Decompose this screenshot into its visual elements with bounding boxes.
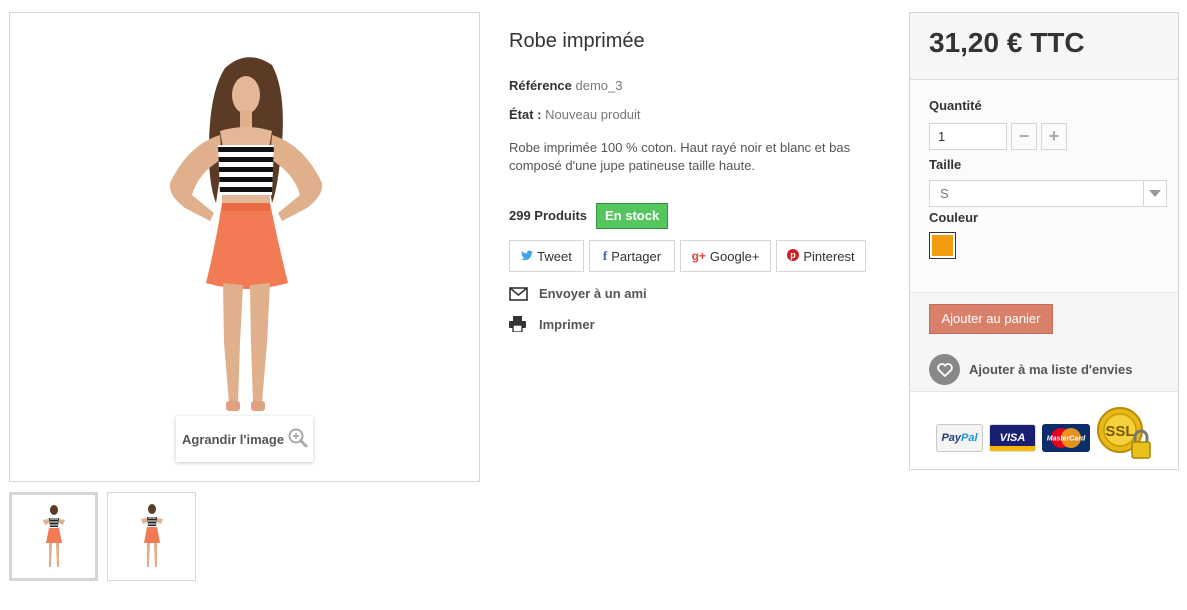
envelope-icon	[509, 286, 529, 301]
print-link[interactable]: Imprimer	[509, 316, 595, 332]
buy-box: 31,20 € TTC Quantité − + Taille S Couleu…	[909, 12, 1179, 470]
size-select[interactable]: S	[929, 180, 1167, 207]
stock-badge: En stock	[596, 203, 669, 229]
thumbnail-photo	[141, 504, 163, 567]
share-pinterest-button[interactable]: p Pinterest	[776, 240, 866, 272]
size-selected-value: S	[940, 186, 949, 201]
size-label: Taille	[929, 157, 962, 172]
quantity-plus-button[interactable]: +	[1041, 123, 1067, 150]
wishlist-label: Ajouter à ma liste d'envies	[969, 362, 1133, 377]
product-condition: État : Nouveau produit	[509, 107, 641, 122]
price-block: 31,20 € TTC	[910, 13, 1178, 80]
mastercard-text: MasterCard	[1047, 436, 1086, 443]
share-facebook-button[interactable]: f Partager	[589, 240, 675, 272]
facebook-label: Partager	[611, 248, 662, 264]
thumbnail-photo	[43, 505, 65, 567]
ssl-badge-icon: SSL	[1096, 406, 1154, 464]
quantity-label: Quantité	[929, 98, 982, 113]
send-to-friend-link[interactable]: Envoyer à un ami	[509, 286, 647, 301]
chevron-down-icon	[1143, 181, 1166, 206]
condition-value: Nouveau produit	[545, 107, 641, 122]
add-to-cart-button[interactable]: Ajouter au panier	[929, 304, 1053, 334]
print-label: Imprimer	[539, 316, 595, 332]
paypal-text-a: Pay	[941, 432, 962, 444]
quantity-minus-button[interactable]: −	[1011, 123, 1037, 150]
facebook-icon: f	[602, 248, 608, 263]
quantity-input[interactable]	[929, 123, 1007, 150]
send-to-friend-label: Envoyer à un ami	[539, 286, 647, 301]
twitter-icon	[521, 249, 534, 264]
pinterest-label: Pinterest	[803, 248, 855, 264]
payment-logos: Pay Pal VISA MasterCard SSL	[910, 391, 1178, 469]
heart-icon	[929, 354, 960, 385]
zoom-in-icon	[288, 428, 308, 451]
share-twitter-button[interactable]: Tweet	[509, 240, 584, 272]
ssl-text: SSL	[1105, 423, 1134, 440]
share-googleplus-button[interactable]: g+ Google+	[680, 240, 771, 272]
model-photo	[169, 57, 323, 453]
paypal-text-b: Pal	[961, 432, 978, 444]
mastercard-circles: MasterCard	[1047, 428, 1086, 448]
visa-text: VISA	[990, 430, 1035, 446]
color-swatch-orange[interactable]	[929, 232, 956, 259]
product-reference: Référence demo_3	[509, 78, 622, 93]
wishlist-link[interactable]: Ajouter à ma liste d'envies	[929, 354, 1132, 385]
color-swatch-fill	[932, 235, 953, 256]
reference-value: demo_3	[575, 78, 623, 93]
googleplus-icon: g+	[691, 249, 706, 263]
cart-block: Ajouter au panier Ajouter à ma liste d'e…	[910, 292, 1178, 392]
zoom-image-button[interactable]: Agrandir l'image	[176, 416, 313, 462]
condition-label: État :	[509, 107, 542, 122]
product-description: Robe imprimée 100 % coton. Haut rayé noi…	[509, 140, 851, 173]
reference-label: Référence	[509, 78, 572, 93]
mastercard-logo: MasterCard	[1042, 424, 1090, 452]
color-label: Couleur	[929, 210, 979, 225]
quantity-available: 299 Produits	[509, 208, 588, 223]
paypal-logo: Pay Pal	[936, 424, 983, 452]
pinterest-icon: p	[787, 248, 800, 264]
main-product-image[interactable]: Agrandir l'image	[9, 12, 480, 482]
visa-logo: VISA	[989, 424, 1036, 452]
thumbnail-1[interactable]	[9, 492, 98, 581]
googleplus-label: Google+	[709, 248, 760, 264]
svg-text:p: p	[791, 250, 797, 260]
thumbnail-2[interactable]	[107, 492, 196, 581]
twitter-label: Tweet	[537, 248, 572, 264]
product-price: 31,20 € TTC	[929, 27, 1085, 58]
printer-icon	[509, 316, 529, 332]
zoom-label: Agrandir l'image	[182, 431, 285, 447]
product-title: Robe imprimée	[509, 30, 645, 52]
visa-bar-bottom	[990, 446, 1035, 451]
